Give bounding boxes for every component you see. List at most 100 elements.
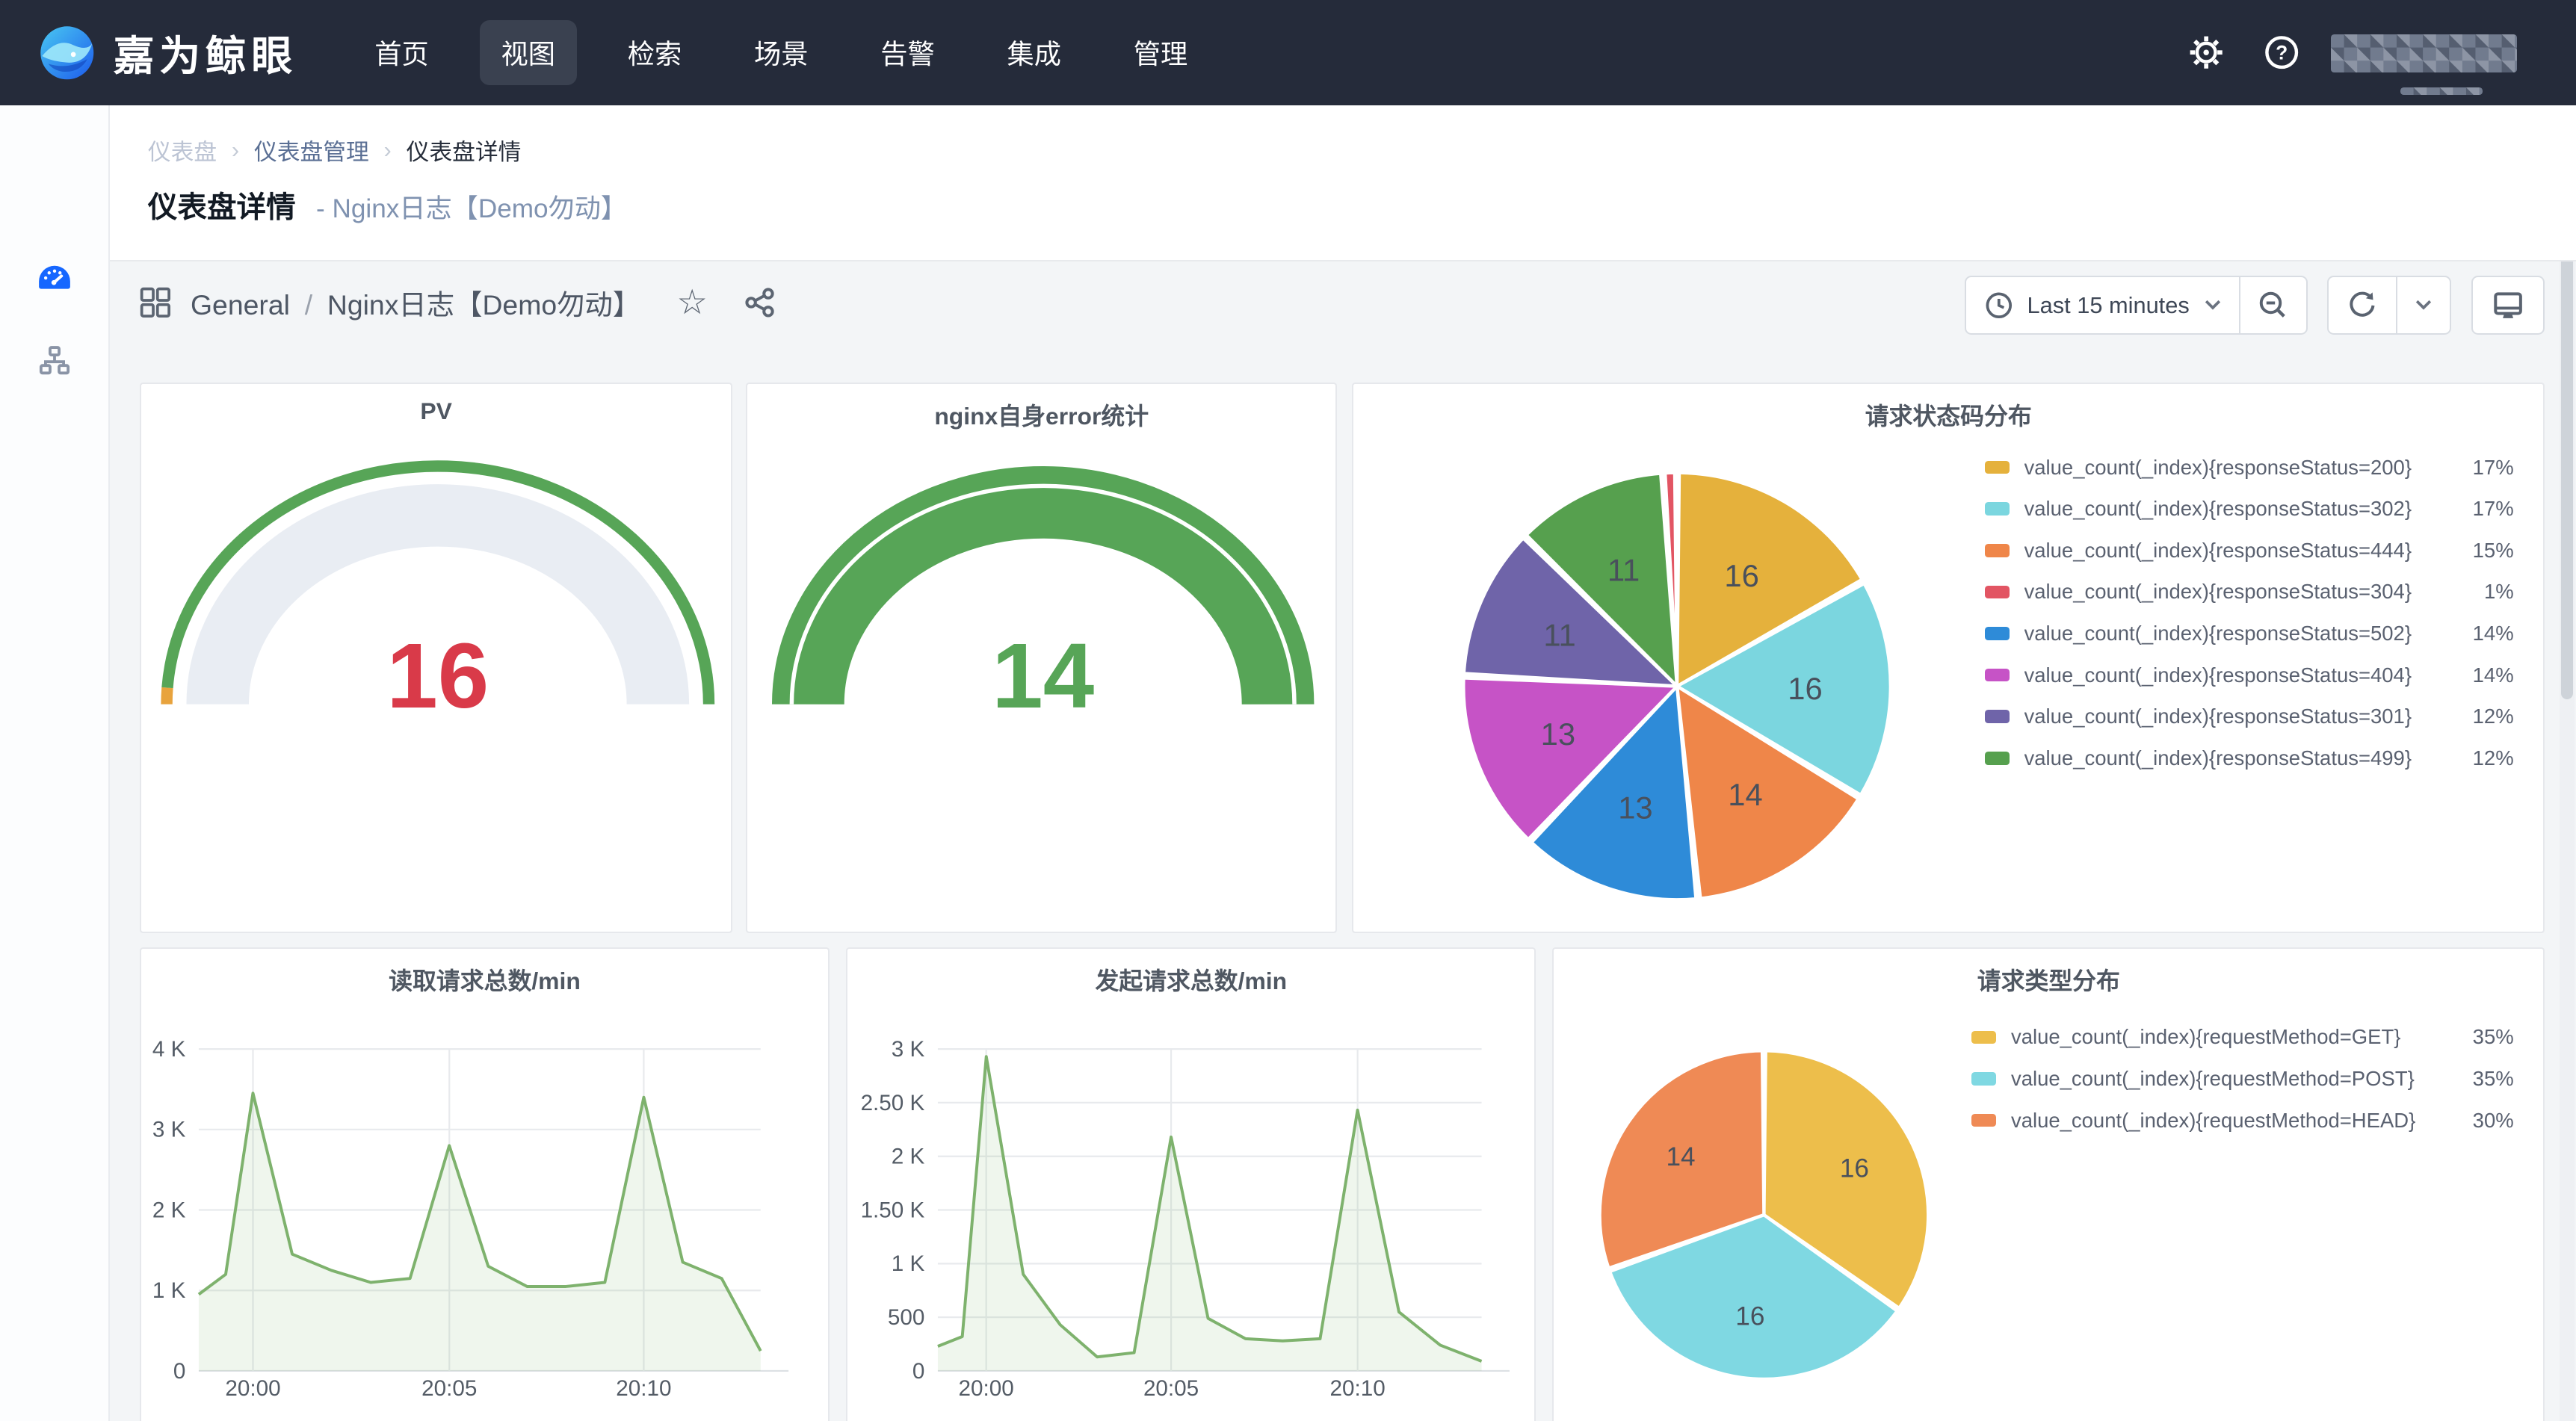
pv-gauge-chart: 16 — [141, 384, 735, 934]
panel-title: 读取请求总数/min — [141, 962, 828, 997]
legend-percent: 14% — [2455, 663, 2514, 687]
legend-swatch — [1985, 586, 2010, 599]
breadcrumb: 仪表盘›仪表盘管理›仪表盘详情 — [148, 133, 522, 167]
time-range-picker[interactable]: Last 15 minutes — [1966, 277, 2238, 333]
panel-title: 请求状态码分布 — [1353, 397, 2543, 432]
chevron-down-icon — [2415, 300, 2432, 311]
legend-item[interactable]: value_count(_index){requestMethod=POST}3… — [1971, 1058, 2513, 1100]
legend-item[interactable]: value_count(_index){responseStatus=404}1… — [1985, 654, 2514, 696]
error-gauge-chart: 14 — [747, 384, 1338, 934]
legend-label: value_count(_index){responseStatus=499} — [2024, 746, 2455, 770]
zoom-out-icon — [2258, 291, 2288, 321]
panel-title: nginx自身error统计 — [747, 397, 1335, 432]
svg-text:14: 14 — [1667, 1142, 1696, 1171]
time-range-label: Last 15 minutes — [2027, 292, 2190, 319]
legend-label: value_count(_index){responseStatus=200} — [2024, 456, 2455, 480]
panel-read-requests[interactable]: 读取请求总数/min 01 K2 K3 K4 K20:0020:0520:10 — [140, 947, 830, 1420]
dashboard-breadcrumb-path[interactable]: General/Nginx日志【Demo勿动】 — [191, 282, 640, 323]
svg-text:2 K: 2 K — [152, 1198, 186, 1223]
topnav-item[interactable]: 场景 — [718, 20, 844, 85]
toolbar-right: Last 15 minutes — [1965, 276, 2545, 335]
legend-swatch — [1985, 502, 2010, 516]
svg-text:20:10: 20:10 — [1330, 1376, 1386, 1401]
dashboard-toolbar: General/Nginx日志【Demo勿动】 ☆ — [140, 282, 776, 323]
legend-percent: 1% — [2455, 580, 2514, 604]
favorite-star-icon[interactable]: ☆ — [677, 286, 708, 319]
app-window: 嘉为鲸眼 首页视图检索场景告警集成管理 ? — [0, 0, 2576, 1421]
topnav-item[interactable]: 集成 — [971, 20, 1097, 85]
breadcrumb-item: 仪表盘详情 — [407, 133, 522, 167]
svg-text:11: 11 — [1607, 552, 1640, 587]
type-pie-legend: value_count(_index){requestMethod=GET}35… — [1971, 1017, 2513, 1142]
svg-text:20:00: 20:00 — [959, 1376, 1014, 1401]
panel-request-type-distribution[interactable]: 请求类型分布 161614 value_count(_index){reques… — [1552, 947, 2545, 1420]
svg-text:20:05: 20:05 — [1143, 1376, 1199, 1401]
page-header: 仪表盘›仪表盘管理›仪表盘详情 仪表盘详情 - Nginx日志【Demo勿动】 — [110, 105, 2576, 261]
legend-item[interactable]: value_count(_index){responseStatus=302}1… — [1985, 488, 2514, 530]
user-subtext-censored — [2400, 87, 2483, 96]
sidebar-item-dashboard[interactable] — [34, 259, 74, 306]
svg-text:2 K: 2 K — [892, 1145, 925, 1169]
topnav: 首页视图检索场景告警集成管理 — [339, 0, 1224, 105]
legend-item[interactable]: value_count(_index){responseStatus=444}1… — [1985, 530, 2514, 572]
legend-percent: 17% — [2455, 497, 2514, 521]
topnav-item[interactable]: 检索 — [591, 20, 717, 85]
zoom-out-time-button[interactable] — [2239, 277, 2306, 333]
topnav-item[interactable]: 视图 — [465, 20, 591, 85]
sidebar — [0, 105, 110, 1421]
svg-text:0: 0 — [173, 1359, 186, 1384]
panel-title: 发起请求总数/min — [847, 962, 1534, 997]
help-icon[interactable]: ? — [2264, 34, 2299, 77]
svg-text:16: 16 — [1788, 671, 1823, 706]
page-title: 仪表盘详情 — [148, 191, 296, 224]
refresh-icon — [2347, 290, 2378, 321]
legend-swatch — [1985, 752, 2010, 765]
breadcrumb-separator: › — [232, 137, 239, 164]
page-title-row: 仪表盘详情 - Nginx日志【Demo勿动】 — [148, 184, 627, 226]
panel-pv[interactable]: PV 16 — [140, 383, 733, 932]
legend-item[interactable]: value_count(_index){responseStatus=499}1… — [1985, 737, 2514, 779]
legend-percent: 12% — [2455, 746, 2514, 770]
settings-gear-icon[interactable] — [2188, 34, 2224, 77]
svg-text:13: 13 — [1541, 716, 1575, 752]
legend-item[interactable]: value_count(_index){responseStatus=200}1… — [1985, 447, 2514, 489]
legend-item[interactable]: value_count(_index){responseStatus=301}1… — [1985, 696, 2514, 737]
dashboards-grid-icon[interactable] — [140, 287, 171, 318]
legend-label: value_count(_index){requestMethod=POST} — [2011, 1067, 2455, 1091]
legend-item[interactable]: value_count(_index){requestMethod=HEAD}3… — [1971, 1100, 2513, 1142]
breadcrumb-item[interactable]: 仪表盘 — [148, 133, 217, 167]
panel-status-code-distribution[interactable]: 请求状态码分布 16161413131111 value_count(_inde… — [1352, 383, 2545, 932]
monitor-icon — [2491, 288, 2525, 323]
refresh-interval-dropdown[interactable] — [2396, 277, 2450, 333]
svg-text:3 K: 3 K — [152, 1118, 186, 1142]
topnav-item[interactable]: 告警 — [844, 20, 971, 85]
topnav-item[interactable]: 首页 — [339, 20, 465, 85]
svg-text:11: 11 — [1544, 617, 1576, 652]
legend-item[interactable]: value_count(_index){responseStatus=502}1… — [1985, 613, 2514, 654]
breadcrumb-item[interactable]: 仪表盘管理 — [254, 133, 369, 167]
clock-icon — [1984, 291, 2014, 321]
svg-text:16: 16 — [1736, 1302, 1765, 1331]
dashboard-folder: General — [191, 289, 290, 321]
panel-title: 请求类型分布 — [1554, 962, 2543, 997]
legend-item[interactable]: value_count(_index){requestMethod=GET}35… — [1971, 1017, 2513, 1059]
svg-text:14: 14 — [992, 625, 1094, 728]
sent-requests-line-chart: 05001 K1.50 K2 K2.50 K3 K20:0020:0520:10 — [847, 949, 1537, 1420]
page-scrollbar[interactable] — [2560, 105, 2575, 1421]
user-account-censored[interactable] — [2331, 34, 2516, 72]
sidebar-item-topology[interactable] — [36, 343, 72, 386]
panel-nginx-error[interactable]: nginx自身error统计 14 — [746, 383, 1337, 932]
legend-swatch — [1985, 544, 2010, 557]
panel-sent-requests[interactable]: 发起请求总数/min 05001 K1.50 K2 K2.50 K3 K20:0… — [846, 947, 1536, 1420]
share-icon[interactable] — [744, 286, 776, 319]
legend-swatch — [1985, 669, 2010, 682]
svg-text:4 K: 4 K — [152, 1037, 186, 1062]
kiosk-mode-button[interactable] — [2473, 277, 2544, 333]
legend-swatch — [1985, 461, 2010, 474]
topnav-item[interactable]: 管理 — [1097, 20, 1223, 85]
refresh-button[interactable] — [2329, 277, 2396, 333]
svg-text:16: 16 — [1725, 558, 1759, 593]
legend-percent: 14% — [2455, 622, 2514, 646]
brand-logo[interactable]: 嘉为鲸眼 — [36, 22, 297, 84]
legend-item[interactable]: value_count(_index){responseStatus=304}1… — [1985, 572, 2514, 613]
